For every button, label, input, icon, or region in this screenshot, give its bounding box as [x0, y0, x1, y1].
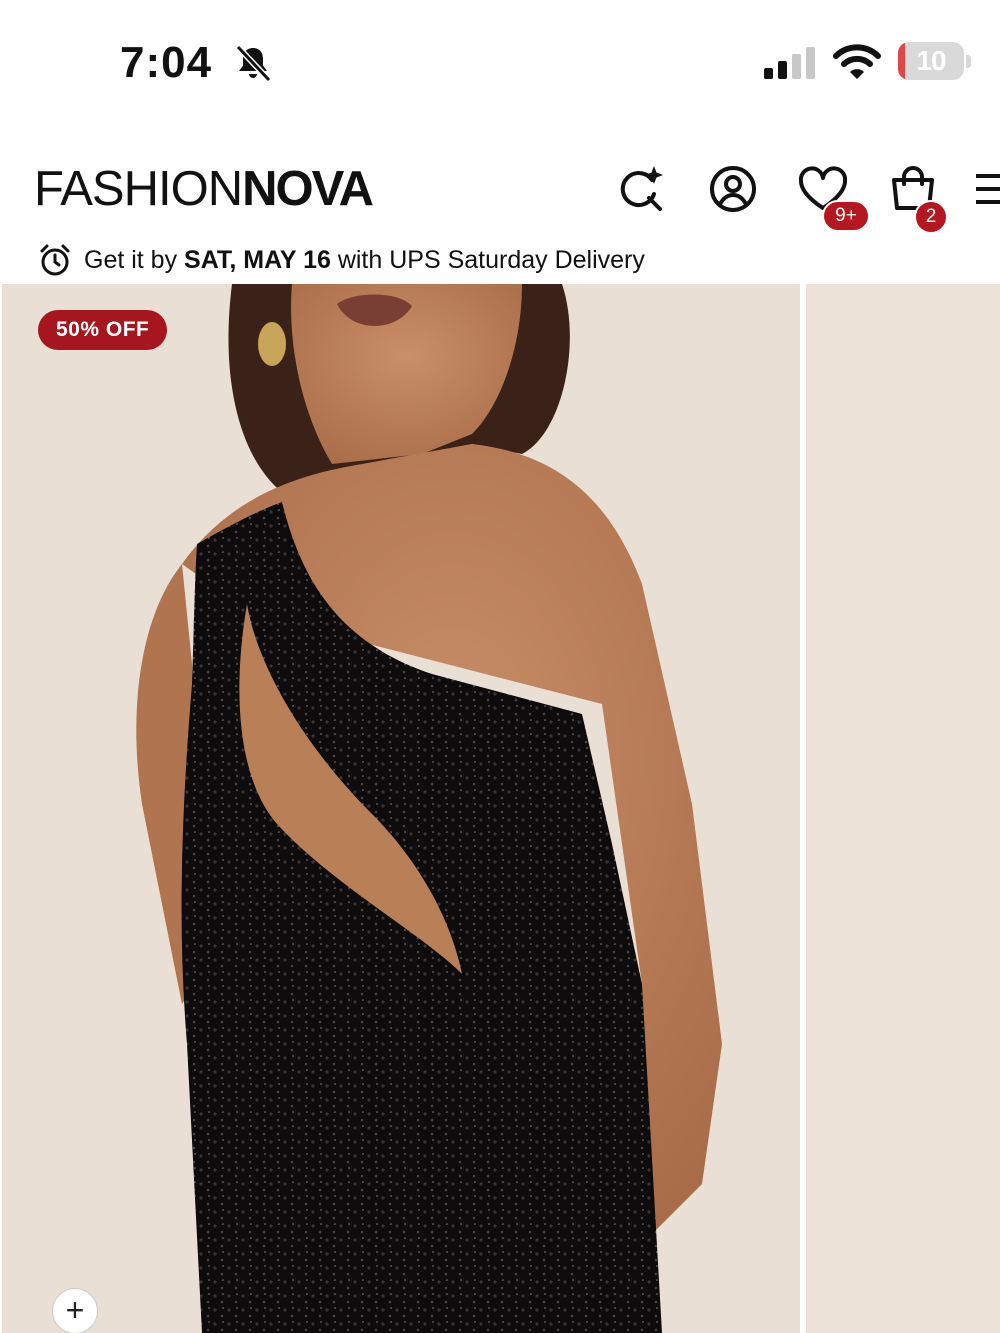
- battery-level: 10: [916, 45, 946, 76]
- quick-add-button[interactable]: +: [52, 1288, 98, 1333]
- wifi-icon: [833, 44, 881, 79]
- cellular-signal-icon: [764, 47, 815, 79]
- delivery-estimate: Get it by SAT, MAY 16 with UPS Saturday …: [38, 240, 645, 280]
- status-time: 7:04: [120, 38, 213, 87]
- wishlist-count-badge: 9+: [822, 200, 870, 232]
- discount-badge: 50% OFF: [38, 310, 168, 350]
- app-header: FASHIONNOVA 9+ 2: [0, 150, 1000, 234]
- product-photo-illustration: [2, 284, 800, 1333]
- logo-bold-text: NOVA: [242, 162, 374, 216]
- status-bar: 7:04 10: [0, 0, 1000, 125]
- cart-button[interactable]: 2: [886, 162, 948, 234]
- menu-button[interactable]: [970, 162, 1000, 216]
- product-image-carousel[interactable]: 50% OFF +: [0, 284, 1000, 1333]
- account-button[interactable]: [706, 162, 760, 216]
- fashion-nova-logo[interactable]: FASHIONNOVA: [34, 162, 374, 216]
- menu-icon: [976, 174, 1000, 204]
- cart-count-badge: 2: [914, 200, 948, 234]
- delivery-date: SAT, MAY 16: [184, 245, 331, 274]
- ai-search-button[interactable]: [614, 162, 668, 216]
- logo-light-text: FASHION: [34, 162, 243, 216]
- silent-bell-icon: [235, 44, 272, 83]
- next-product-image[interactable]: [806, 284, 1000, 1333]
- delivery-prefix: Get it by: [84, 245, 178, 274]
- wishlist-button[interactable]: 9+: [796, 162, 870, 232]
- alarm-clock-icon: [40, 244, 70, 276]
- ai-search-icon: [620, 166, 663, 211]
- account-icon: [710, 166, 756, 212]
- battery-indicator: 10: [898, 42, 972, 82]
- delivery-suffix: with UPS Saturday Delivery: [337, 245, 645, 274]
- product-image[interactable]: 50% OFF +: [2, 284, 800, 1333]
